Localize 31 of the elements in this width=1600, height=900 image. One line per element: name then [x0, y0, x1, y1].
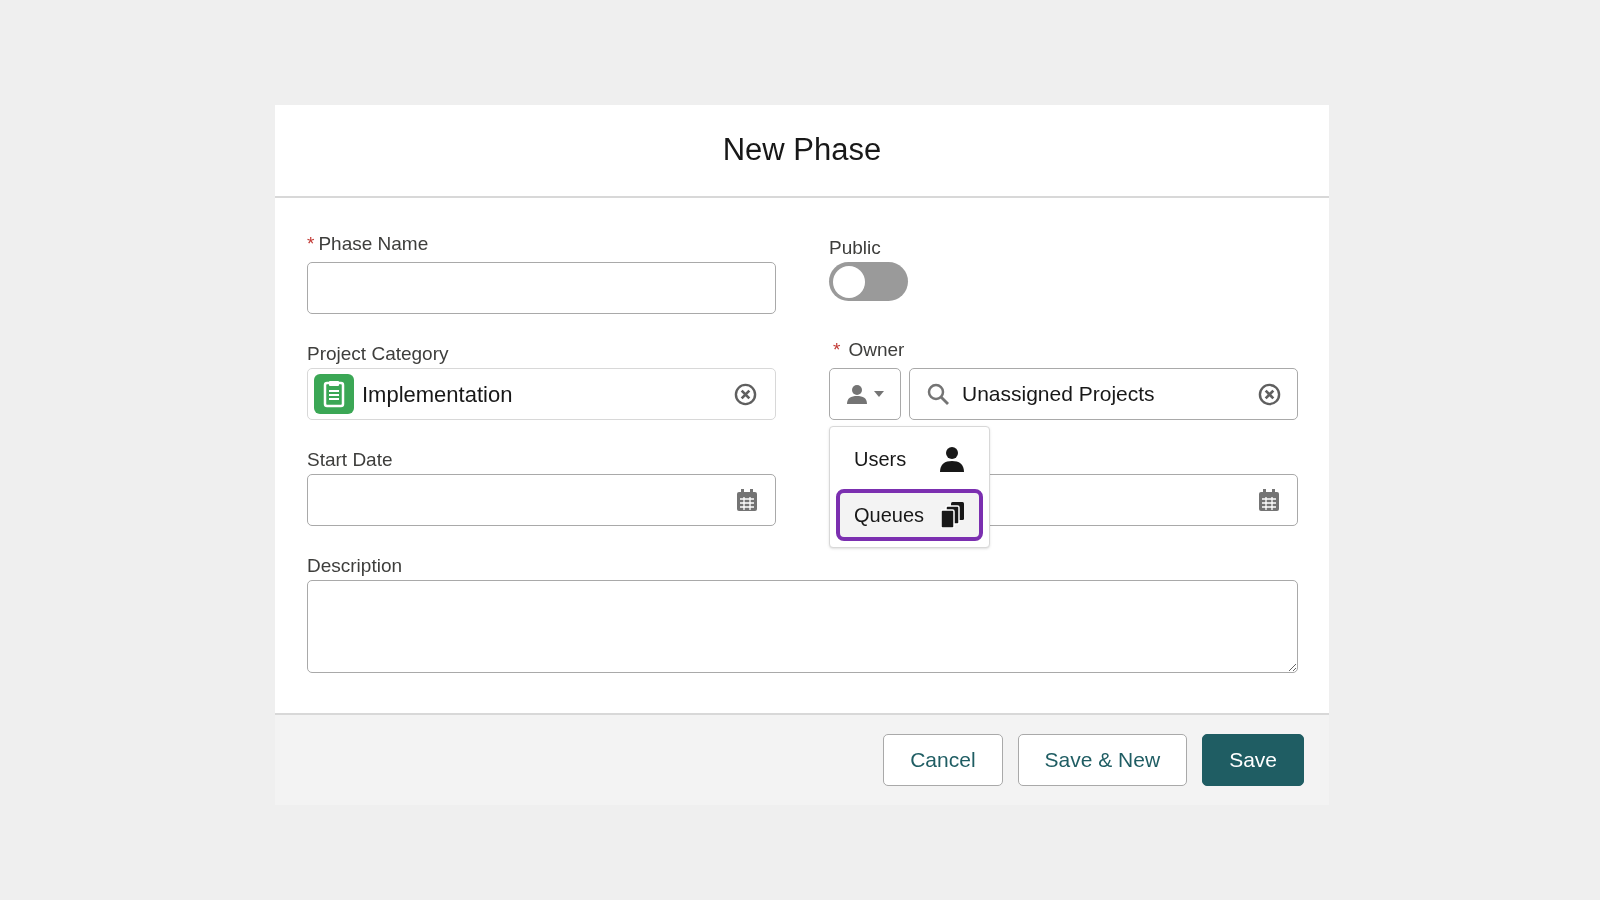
search-icon — [926, 382, 950, 406]
required-marker: * — [307, 231, 315, 256]
owner-type-selector[interactable] — [829, 368, 901, 420]
description-field[interactable] — [307, 580, 1298, 673]
start-date-field[interactable] — [307, 474, 776, 526]
public-toggle[interactable] — [829, 262, 908, 301]
required-marker: * — [833, 337, 841, 362]
dialog-title: New Phase — [722, 131, 882, 170]
clear-icon[interactable] — [1258, 382, 1281, 406]
menu-item[interactable]: Users — [836, 433, 983, 485]
field-label: Start Date — [307, 448, 393, 466]
footer-button[interactable]: Save & New — [1017, 734, 1188, 786]
field-label: Public — [829, 236, 881, 254]
field-value: Unassigned Projects — [962, 381, 1156, 408]
project-category-field[interactable]: Implementation — [307, 368, 776, 420]
phase-name-field[interactable] — [307, 262, 776, 314]
clipboard-icon — [314, 374, 354, 414]
stacked-pages-icon — [941, 502, 965, 528]
person-icon — [846, 384, 868, 404]
field-label: Owner — [848, 337, 905, 362]
caret-icon — [874, 391, 884, 397]
owner-search-field[interactable]: Unassigned Projects — [909, 368, 1298, 420]
calendar-icon[interactable] — [737, 489, 757, 511]
footer-button[interactable]: Cancel — [883, 734, 1003, 786]
field-value: Implementation — [362, 380, 514, 409]
field-label: Phase Name — [318, 231, 429, 256]
calendar-icon[interactable] — [1259, 489, 1279, 511]
clear-icon[interactable] — [734, 382, 757, 406]
menu-item[interactable]: Queues — [836, 489, 983, 541]
save-button[interactable]: Save — [1202, 734, 1304, 786]
person-icon — [939, 446, 965, 472]
